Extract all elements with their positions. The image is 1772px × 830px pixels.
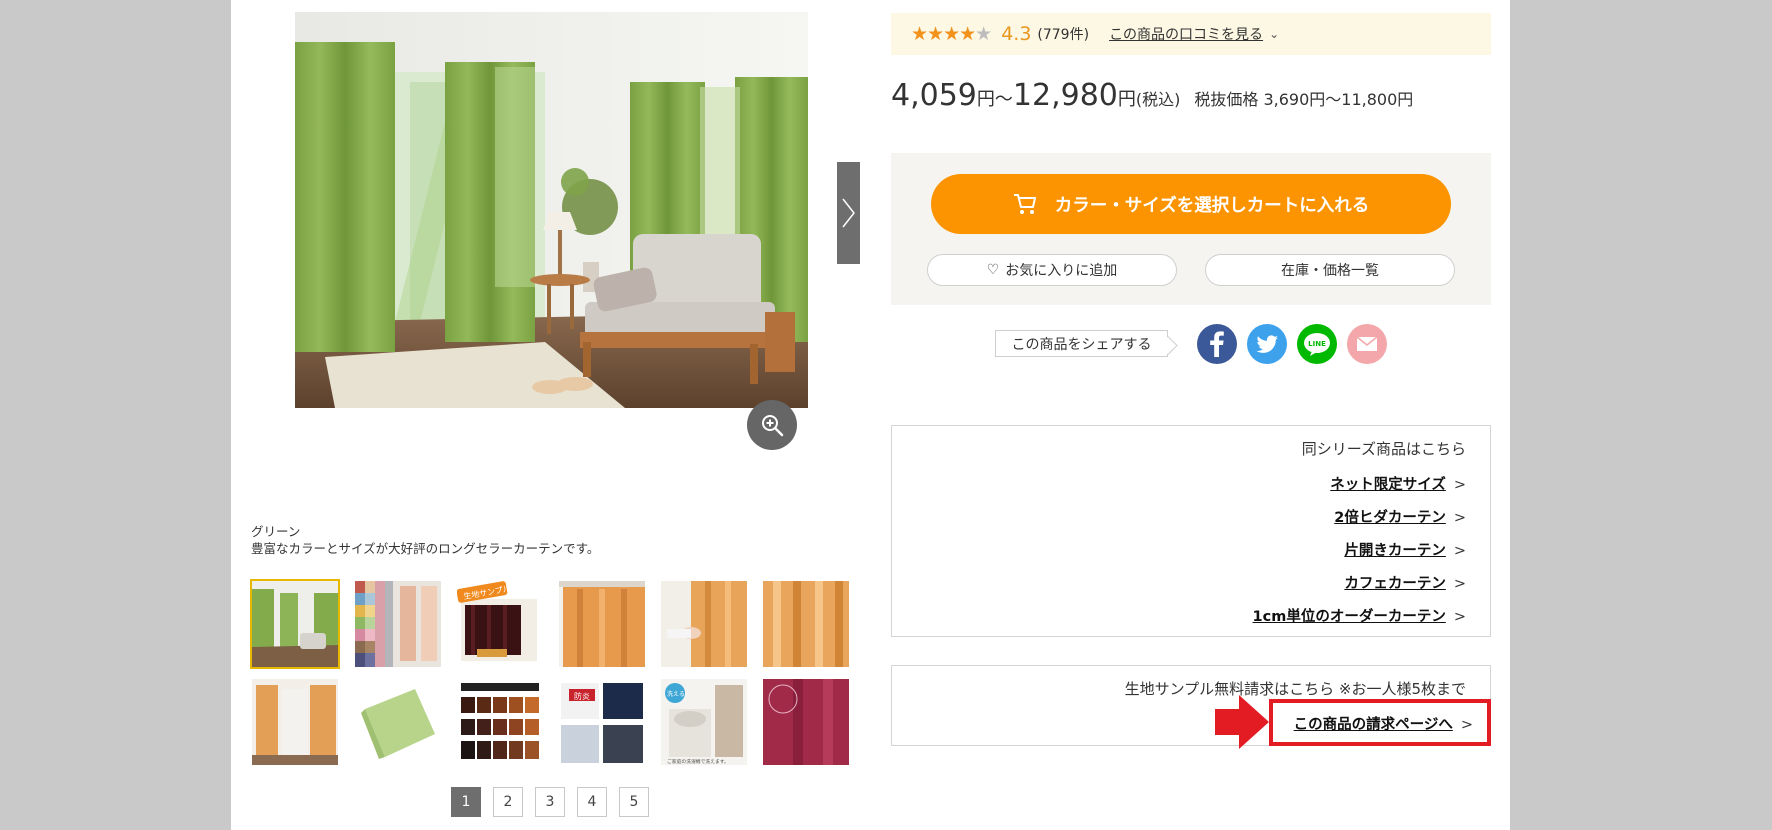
- thumbnail-green-fabric-sample[interactable]: [355, 679, 441, 765]
- view-reviews-link[interactable]: この商品の口コミを見る: [1109, 24, 1263, 44]
- series-link-label: ネット限定サイズ: [1330, 477, 1446, 493]
- sample-request-label: この商品の請求ページへ: [1293, 717, 1453, 733]
- yen-unit: 円: [976, 89, 995, 110]
- heart-icon: ♡: [986, 262, 1000, 278]
- red-arrow-icon: [1215, 695, 1269, 749]
- rating-score: 4.3: [1001, 23, 1032, 45]
- price-high: 12,980: [1012, 78, 1118, 113]
- series-link-order-curtain[interactable]: 1cm単位のオーダーカーテン >: [1253, 605, 1466, 626]
- thumbnail-shading-grade-chart[interactable]: [457, 679, 543, 765]
- line-share-button[interactable]: LINE: [1297, 324, 1337, 364]
- zoom-button[interactable]: [747, 400, 797, 450]
- series-link-label: 2倍ヒダカーテン: [1334, 510, 1446, 526]
- page-1-button[interactable]: 1: [451, 787, 481, 817]
- thumbnail-orange-curtain-folds[interactable]: [763, 581, 849, 667]
- tax-note: (税込): [1135, 90, 1181, 109]
- stock-price-list-button[interactable]: 在庫・価格一覧: [1205, 254, 1455, 286]
- caption-color: グリーン: [251, 524, 301, 539]
- mail-share-button[interactable]: [1347, 324, 1387, 364]
- series-link-double-pleat[interactable]: 2倍ヒダカーテン >: [1334, 506, 1466, 527]
- cart-area: カラー・サイズを選択しカートに入れる ♡ お気に入りに追加 在庫・価格一覧: [891, 153, 1491, 305]
- caption-description: 豊富なカラーとサイズが大好評のロングセラーカーテンです。: [251, 541, 600, 556]
- chevron-down-icon: ⌄: [1269, 27, 1280, 41]
- thumbnail-orange-room[interactable]: [252, 679, 338, 765]
- series-link-label: 片開きカーテン: [1344, 543, 1446, 559]
- main-product-image[interactable]: [295, 12, 808, 408]
- sample-request-link[interactable]: この商品の請求ページへ >: [1294, 713, 1473, 734]
- series-products-box: 同シリーズ商品はこちら ネット限定サイズ > 2倍ヒダカーテン > 片開きカーテン >…: [891, 425, 1491, 637]
- thumbnail-color-swatches[interactable]: [355, 581, 441, 667]
- page-3-button[interactable]: 3: [535, 787, 565, 817]
- rating-bar: ★★★★★ 4.3 (779件) この商品の口コミを見る ⌄: [891, 13, 1491, 55]
- fabric-sample-box: 生地サンプル無料請求はこちら ※お一人様5枚まで この商品の請求ページへ >: [891, 665, 1491, 746]
- wash-note-label: ご家庭の洗濯機で洗えます。: [667, 758, 729, 765]
- line-icon: LINE: [1297, 324, 1337, 364]
- line-logo-text: LINE: [1308, 340, 1326, 348]
- chevron-right-icon: >: [1453, 576, 1466, 592]
- facebook-icon: [1197, 324, 1237, 364]
- star-icon: ★★★★: [911, 23, 976, 45]
- thumbnail-washable-curtain[interactable]: 洗えるご家庭の洗濯機で洗えます。: [661, 679, 747, 765]
- protect-label: 防炎: [574, 691, 590, 701]
- share-label: この商品をシェアする: [995, 330, 1168, 357]
- add-favorite-button[interactable]: ♡ お気に入りに追加: [927, 254, 1177, 286]
- chevron-right-icon: [842, 198, 855, 228]
- price: 4,059円〜12,980円(税込) 税抜価格 3,690円〜11,800円: [891, 78, 1413, 113]
- next-image-button[interactable]: [837, 162, 860, 264]
- cart-icon: [1013, 194, 1036, 214]
- series-link-single-open[interactable]: 片開きカーテン >: [1344, 539, 1466, 560]
- stock-price-list-label: 在庫・価格一覧: [1281, 263, 1379, 279]
- page-2-button[interactable]: 2: [493, 787, 523, 817]
- add-to-cart-button[interactable]: カラー・サイズを選択しカートに入れる: [931, 174, 1451, 234]
- series-title: 同シリーズ商品はこちら: [1301, 440, 1466, 458]
- page-4-button[interactable]: 4: [577, 787, 607, 817]
- series-link-cafe-curtain[interactable]: カフェカーテン >: [1344, 572, 1466, 593]
- twitter-share-button[interactable]: [1247, 324, 1287, 364]
- product-caption: グリーン 豊富なカラーとサイズが大好評のロングセラーカーテンです。: [251, 523, 599, 557]
- chevron-right-icon: >: [1453, 477, 1466, 493]
- sample-title: 生地サンプル無料請求はこちら ※お一人様5枚まで: [1124, 680, 1466, 698]
- star-empty-icon: ★: [975, 23, 992, 45]
- thumbnail-dark-curtain-promo[interactable]: 生地サンプル: [457, 581, 543, 667]
- mail-icon: [1347, 324, 1387, 364]
- price-separator: 〜: [994, 89, 1013, 110]
- thumbnail-orange-pleat-closeup[interactable]: [559, 581, 645, 667]
- facebook-share-button[interactable]: [1197, 324, 1237, 364]
- yen-unit: 円: [1117, 89, 1136, 110]
- page-5-button[interactable]: 5: [619, 787, 649, 817]
- twitter-icon: [1247, 324, 1287, 364]
- price-low: 4,059: [891, 78, 977, 113]
- chevron-right-icon: >: [1453, 510, 1466, 526]
- chevron-right-icon: >: [1453, 609, 1466, 625]
- series-link-net-limited[interactable]: ネット限定サイズ >: [1330, 473, 1466, 494]
- chevron-right-icon: >: [1460, 717, 1473, 733]
- thumbnail-green-room[interactable]: [250, 579, 340, 669]
- zoom-in-icon: [762, 415, 784, 437]
- chevron-right-icon: >: [1453, 543, 1466, 559]
- series-link-label: 1cm単位のオーダーカーテン: [1252, 609, 1446, 625]
- add-to-cart-label: カラー・サイズを選択しカートに入れる: [1054, 195, 1370, 216]
- review-count: (779件): [1037, 27, 1090, 43]
- thumbnail-wine-fabric[interactable]: [763, 679, 849, 765]
- page: グリーン 豊富なカラーとサイズが大好評のロングセラーカーテンです。 生地サンプル: [231, 0, 1510, 830]
- washable-badge-label: 洗える: [667, 690, 685, 698]
- sample-request-highlight: この商品の請求ページへ >: [1269, 699, 1491, 746]
- series-link-label: カフェカーテン: [1344, 576, 1446, 592]
- star-rating: ★★★★★: [911, 23, 992, 45]
- price-ex-tax: 税抜価格 3,690円〜11,800円: [1194, 90, 1414, 109]
- add-favorite-label: お気に入りに追加: [1005, 263, 1118, 279]
- thumbnail-protection-comparison[interactable]: 防炎: [559, 679, 645, 765]
- thumbnail-orange-curtain-hand[interactable]: [661, 581, 747, 667]
